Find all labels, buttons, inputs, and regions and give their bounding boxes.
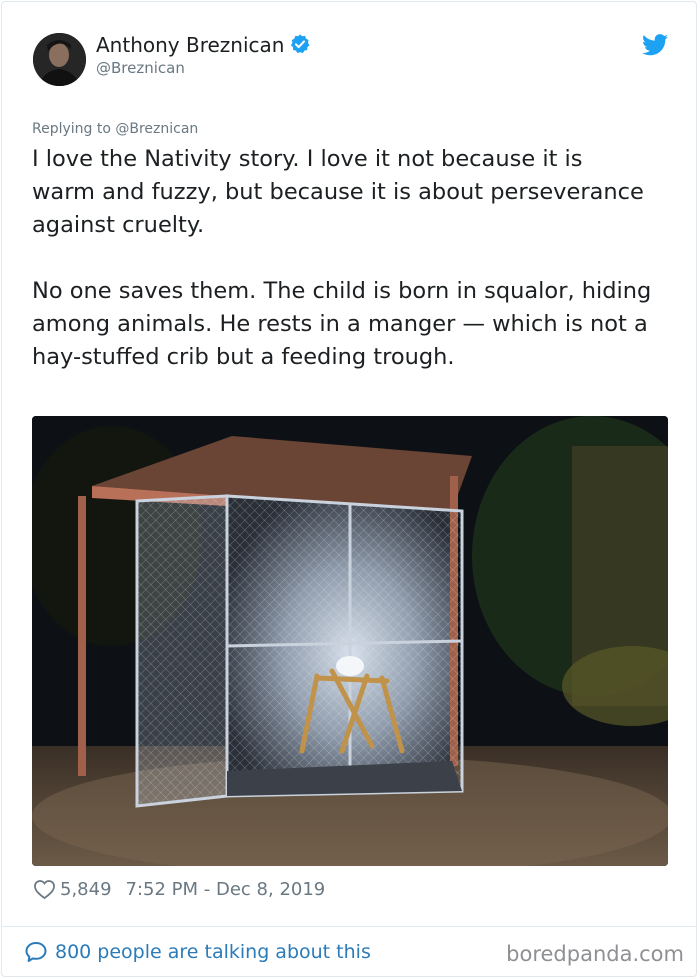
- tweet-text: I love the Nativity story. I love it not…: [32, 143, 652, 374]
- tweet-timestamp[interactable]: 7:52 PM - Dec 8, 2019: [126, 879, 326, 900]
- author-handle[interactable]: @Breznican: [96, 59, 185, 77]
- footer-divider: [1, 926, 697, 927]
- verified-badge-icon: [291, 34, 310, 54]
- like-count[interactable]: 5,849: [60, 879, 112, 900]
- avatar[interactable]: [33, 33, 86, 86]
- conversation-link[interactable]: 800 people are talking about this: [24, 940, 371, 964]
- watermark: boredpanda.com: [506, 942, 684, 966]
- replying-to-label: Replying to @Breznican: [32, 121, 199, 137]
- tweet-photo[interactable]: [32, 416, 668, 866]
- author-name[interactable]: Anthony Breznican: [96, 33, 311, 57]
- heart-icon[interactable]: [33, 878, 56, 900]
- tweet-meta: 5,849 7:52 PM - Dec 8, 2019: [33, 878, 325, 900]
- twitter-bird-icon[interactable]: [642, 34, 668, 56]
- author-name-text[interactable]: Anthony Breznican: [96, 33, 284, 57]
- tweet-paragraph: No one saves them. The child is born in …: [32, 278, 652, 370]
- conversation-text[interactable]: 800 people are talking about this: [55, 941, 371, 963]
- tweet-paragraph: I love the Nativity story. I love it not…: [32, 146, 644, 238]
- speech-bubble-icon: [25, 942, 47, 962]
